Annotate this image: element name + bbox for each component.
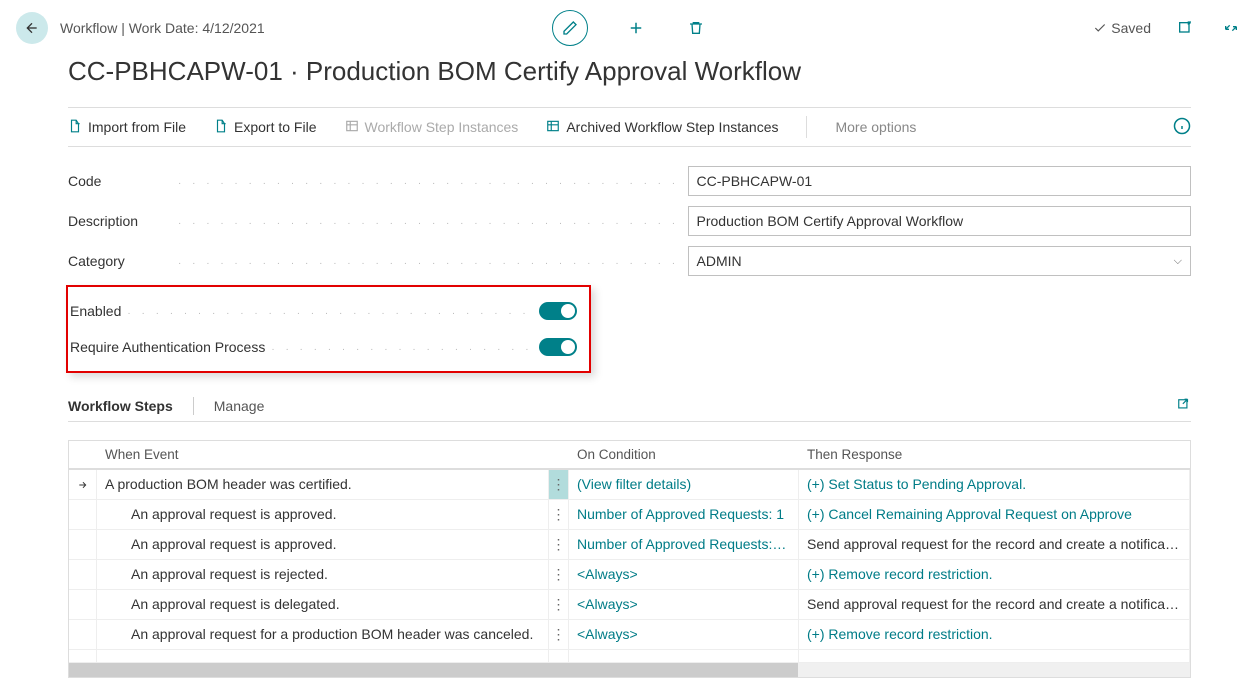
row-menu-icon[interactable]: ⋮ bbox=[549, 620, 569, 649]
col-header-response[interactable]: Then Response bbox=[799, 441, 1190, 469]
event-cell[interactable]: A production BOM header was certified. bbox=[97, 470, 549, 499]
category-select[interactable]: ADMIN ⌵ bbox=[688, 246, 1192, 276]
enabled-toggle[interactable] bbox=[539, 302, 577, 320]
workflow-steps-title: Workflow Steps bbox=[68, 398, 173, 414]
back-button[interactable] bbox=[16, 12, 48, 44]
condition-cell[interactable]: Number of Approved Requests: 1 bbox=[569, 500, 799, 529]
condition-cell[interactable]: Number of Approved Requests: <1 bbox=[569, 530, 799, 559]
table-row[interactable]: An approval request is approved.⋮Number … bbox=[69, 500, 1190, 530]
table-empty-row bbox=[69, 650, 1190, 663]
highlighted-toggle-group: Enabled · · · · · · · · · · · · · · · · … bbox=[66, 285, 591, 373]
save-status: Saved bbox=[1093, 20, 1151, 36]
response-cell[interactable]: (+) Remove record restriction. bbox=[799, 560, 1190, 589]
event-cell[interactable]: An approval request is approved. bbox=[97, 500, 549, 529]
condition-cell[interactable]: <Always> bbox=[569, 620, 799, 649]
table-icon bbox=[546, 119, 560, 136]
manage-link[interactable]: Manage bbox=[214, 398, 265, 414]
workflow-steps-table: When Event On Condition Then Response A … bbox=[68, 440, 1191, 678]
condition-cell[interactable]: (View filter details) bbox=[569, 470, 799, 499]
row-menu-icon[interactable]: ⋮ bbox=[549, 530, 569, 559]
response-cell[interactable]: (+) Cancel Remaining Approval Request on… bbox=[799, 500, 1190, 529]
category-label: Category bbox=[68, 253, 178, 269]
col-header-condition[interactable]: On Condition bbox=[569, 441, 799, 469]
col-header-event[interactable]: When Event bbox=[97, 441, 549, 469]
import-icon bbox=[68, 119, 82, 136]
row-menu-icon[interactable]: ⋮ bbox=[549, 470, 569, 499]
table-icon bbox=[345, 119, 359, 136]
table-row[interactable]: A production BOM header was certified.⋮(… bbox=[69, 470, 1190, 500]
workflow-step-instances[interactable]: Workflow Step Instances bbox=[345, 119, 519, 136]
event-cell[interactable]: An approval request for a production BOM… bbox=[97, 620, 549, 649]
table-row[interactable]: An approval request for a production BOM… bbox=[69, 620, 1190, 650]
event-cell[interactable]: An approval request is delegated. bbox=[97, 590, 549, 619]
response-cell[interactable]: (+) Set Status to Pending Approval. bbox=[799, 470, 1190, 499]
row-menu-icon[interactable]: ⋮ bbox=[549, 590, 569, 619]
table-row[interactable]: An approval request is approved.⋮Number … bbox=[69, 530, 1190, 560]
more-options[interactable]: More options bbox=[835, 119, 916, 135]
response-cell[interactable]: Send approval request for the record and… bbox=[799, 590, 1190, 619]
export-to-file[interactable]: Export to File bbox=[214, 119, 316, 136]
response-cell[interactable]: Send approval request for the record and… bbox=[799, 530, 1190, 559]
expand-section-icon[interactable] bbox=[1177, 398, 1191, 415]
collapse-icon[interactable] bbox=[1219, 16, 1243, 40]
new-button[interactable] bbox=[624, 16, 648, 40]
edit-button[interactable] bbox=[552, 10, 588, 46]
chevron-down-icon: ⌵ bbox=[1174, 255, 1182, 268]
popout-icon[interactable] bbox=[1173, 16, 1197, 40]
delete-button[interactable] bbox=[684, 16, 708, 40]
condition-cell[interactable]: <Always> bbox=[569, 590, 799, 619]
page-title: CC-PBHCAPW-01 · Production BOM Certify A… bbox=[0, 52, 1259, 107]
info-icon[interactable] bbox=[1173, 117, 1191, 138]
require-auth-label: Require Authentication Process bbox=[70, 339, 271, 355]
event-cell[interactable]: An approval request is rejected. bbox=[97, 560, 549, 589]
description-label: Description bbox=[68, 213, 178, 229]
code-field[interactable] bbox=[688, 166, 1192, 196]
table-row[interactable]: An approval request is rejected.⋮<Always… bbox=[69, 560, 1190, 590]
row-menu-icon[interactable]: ⋮ bbox=[549, 560, 569, 589]
breadcrumb: Workflow | Work Date: 4/12/2021 bbox=[60, 20, 265, 36]
condition-cell[interactable]: <Always> bbox=[569, 560, 799, 589]
response-cell[interactable]: (+) Remove record restriction. bbox=[799, 620, 1190, 649]
require-auth-toggle[interactable] bbox=[539, 338, 577, 356]
description-field[interactable] bbox=[688, 206, 1192, 236]
enabled-label: Enabled bbox=[70, 303, 127, 319]
archived-workflow-step-instances[interactable]: Archived Workflow Step Instances bbox=[546, 119, 778, 136]
separator bbox=[806, 116, 807, 138]
import-from-file[interactable]: Import from File bbox=[68, 119, 186, 136]
event-cell[interactable]: An approval request is approved. bbox=[97, 530, 549, 559]
row-selected-arrow-icon bbox=[69, 470, 97, 499]
table-row[interactable]: An approval request is delegated.⋮<Alway… bbox=[69, 590, 1190, 620]
saved-label: Saved bbox=[1111, 20, 1151, 36]
code-label: Code bbox=[68, 173, 178, 189]
export-icon bbox=[214, 119, 228, 136]
horizontal-scrollbar[interactable] bbox=[69, 663, 1190, 677]
row-menu-icon[interactable]: ⋮ bbox=[549, 500, 569, 529]
